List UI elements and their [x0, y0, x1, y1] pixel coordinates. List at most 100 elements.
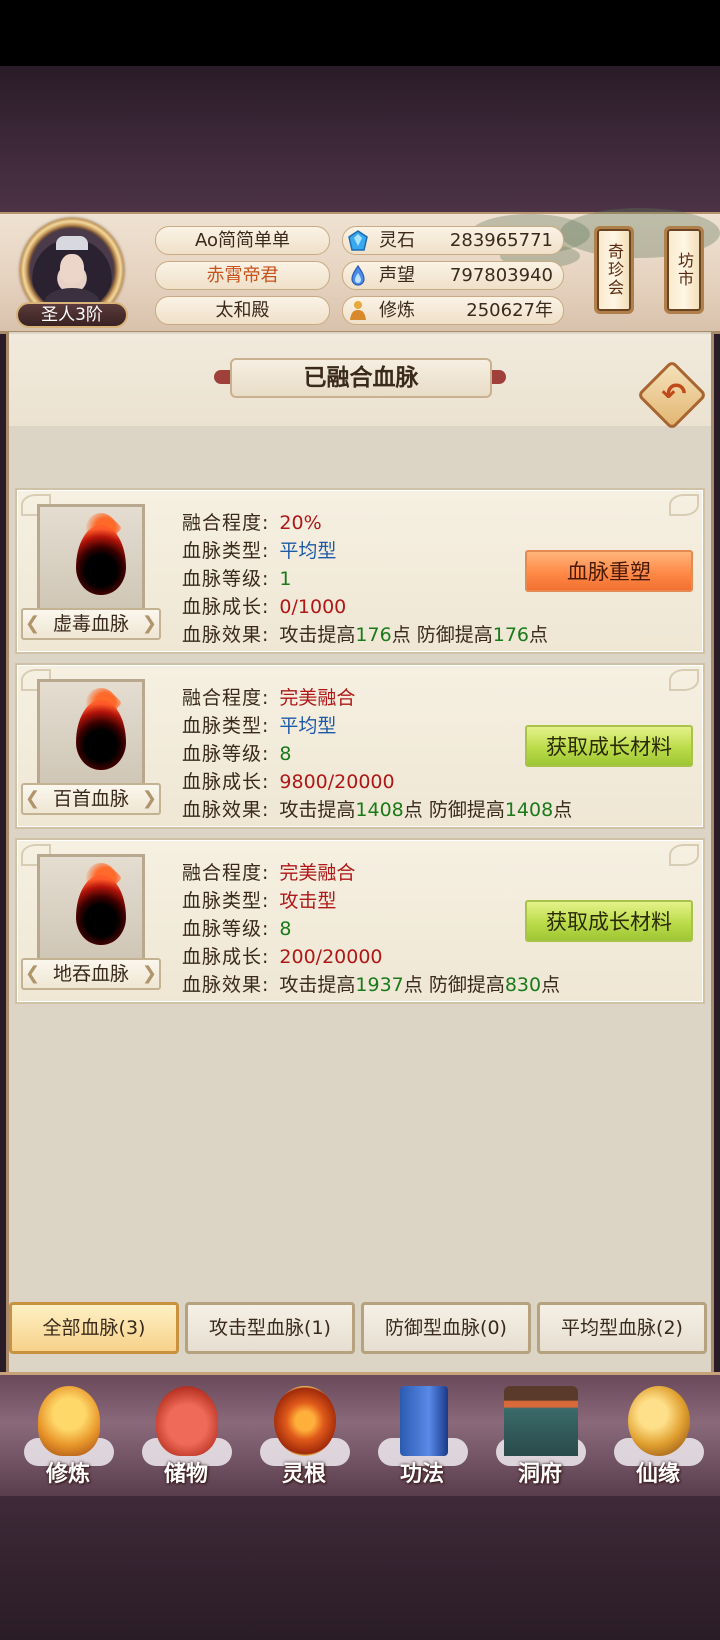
resource-reputation: 声望 797803940 — [342, 261, 564, 290]
nav-cave-mansion[interactable]: 洞府 — [488, 1378, 592, 1490]
effect-defense-value: 176 — [492, 624, 529, 646]
stat-label: 血脉类型: — [182, 715, 270, 737]
stat-growth: 血脉成长: 0/1000 — [182, 592, 346, 619]
resource-cultivation: 修炼 250627年 — [342, 296, 564, 325]
left-bracket-ornament: ❮ — [25, 963, 41, 984]
stat-value: 8 — [279, 918, 292, 940]
effect-attack-prefix: 攻击提高 — [279, 624, 356, 646]
corner-ornament — [669, 494, 699, 516]
bloodline-name-plate: ❮ 百首血脉 ❯ — [21, 783, 161, 815]
stat-label: 融合程度: — [182, 512, 270, 534]
blood-drop-icon — [76, 875, 126, 945]
get-growth-materials-button[interactable]: 获取成长材料 — [525, 900, 693, 942]
stat-label: 血脉类型: — [182, 890, 270, 912]
rank-badge: 圣人3阶 — [16, 302, 128, 328]
stat-value: 平均型 — [279, 540, 337, 562]
bloodline-card: ❮ 虚毒血脉 ❯ 融合程度: 20% 血脉类型: 平均型 血脉等级: 1 血脉成长: 0… — [15, 488, 705, 654]
tab-defense-bloodlines[interactable]: 防御型血脉(0) — [361, 1302, 531, 1354]
top-backdrop — [0, 66, 720, 214]
nav-immortal-fate[interactable]: 仙缘 — [606, 1378, 710, 1490]
bloodline-name-plate: ❮ 虚毒血脉 ❯ — [21, 608, 161, 640]
stat-value: 0/1000 — [279, 596, 347, 618]
stat-growth: 血脉成长: 9800/20000 — [182, 767, 395, 794]
resource-label: 灵石 — [379, 230, 415, 251]
stat-effect: 血脉效果: 攻击提高1937点 防御提高830点 — [182, 970, 560, 997]
effect-attack-value: 1937 — [355, 974, 404, 996]
left-bracket-ornament: ❮ — [25, 613, 41, 634]
reshape-bloodline-button[interactable]: 血脉重塑 — [525, 550, 693, 592]
stat-value: 200/20000 — [279, 946, 383, 968]
stat-fusion: 融合程度: 完美融合 — [182, 858, 355, 885]
tab-balanced-bloodlines[interactable]: 平均型血脉(2) — [537, 1302, 707, 1354]
nav-storage[interactable]: 储物 — [134, 1378, 238, 1490]
effect-defense-value: 1408 — [504, 799, 554, 821]
stat-value: 1 — [279, 568, 292, 590]
stat-value: 完美融合 — [279, 687, 356, 709]
market-button[interactable]: 坊市 — [664, 226, 704, 314]
stat-label: 血脉效果: — [182, 624, 270, 646]
stat-label: 血脉成长: — [182, 946, 270, 968]
effect-defense-prefix: 点 防御提高 — [391, 624, 493, 646]
effect-attack-prefix: 攻击提高 — [279, 974, 356, 996]
resource-value: 797803940 — [449, 265, 553, 286]
treasure-auction-button[interactable]: 奇珍会 — [594, 226, 634, 314]
effect-defense-value: 830 — [504, 974, 542, 996]
right-bracket-ornament: ❯ — [141, 613, 157, 634]
stat-value: 8 — [279, 743, 292, 765]
stat-label: 血脉等级: — [182, 568, 270, 590]
avatar-portrait — [30, 228, 114, 312]
right-bracket-ornament: ❯ — [141, 963, 157, 984]
stat-label: 血脉等级: — [182, 743, 270, 765]
stat-label: 融合程度: — [182, 687, 270, 709]
cultivation-icon — [350, 301, 366, 320]
stat-value: 20% — [279, 512, 322, 534]
stat-value: 平均型 — [279, 715, 337, 737]
nav-spirit-root[interactable]: 灵根 — [252, 1378, 356, 1490]
stat-label: 血脉效果: — [182, 974, 270, 996]
effect-defense-prefix: 点 防御提高 — [403, 974, 505, 996]
effect-suffix: 点 — [541, 974, 561, 996]
get-growth-materials-button[interactable]: 获取成长材料 — [525, 725, 693, 767]
right-bracket-ornament: ❯ — [141, 788, 157, 809]
bloodline-icon-frame[interactable] — [37, 504, 145, 612]
tab-attack-bloodlines[interactable]: 攻击型血脉(1) — [185, 1302, 355, 1354]
nav-technique[interactable]: 功法 — [370, 1378, 474, 1490]
tab-all-bloodlines[interactable]: 全部血脉(3) — [9, 1302, 179, 1354]
nav-label: 仙缘 — [635, 1462, 680, 1487]
bloodline-icon-frame[interactable] — [37, 854, 145, 962]
stat-effect: 血脉效果: 攻击提高1408点 防御提高1408点 — [182, 795, 572, 822]
effect-attack-value: 176 — [355, 624, 392, 646]
resource-value: 250627年 — [466, 300, 553, 321]
blood-drop-icon — [76, 700, 126, 770]
stat-level: 血脉等级: 8 — [182, 914, 292, 941]
stat-value: 完美融合 — [279, 862, 356, 884]
nav-label: 洞府 — [517, 1462, 562, 1487]
effect-attack-value: 1408 — [355, 799, 404, 821]
stat-type: 血脉类型: 攻击型 — [182, 886, 336, 913]
stat-effect: 血脉效果: 攻击提高176点 防御提高176点 — [182, 620, 548, 647]
bloodline-icon-frame[interactable] — [37, 679, 145, 787]
resource-label: 修炼 — [379, 300, 415, 321]
stat-label: 血脉成长: — [182, 771, 270, 793]
stat-value: 攻击型 — [279, 890, 337, 912]
spirit-root-icon — [274, 1386, 336, 1456]
left-bracket-ornament: ❮ — [25, 788, 41, 809]
effect-suffix: 点 — [529, 624, 549, 646]
stat-label: 血脉等级: — [182, 918, 270, 940]
stat-growth: 血脉成长: 200/20000 — [182, 942, 383, 969]
resource-value: 283965771 — [449, 230, 553, 251]
player-title: 赤霄帝君 — [155, 261, 330, 290]
nav-cultivation[interactable]: 修炼 — [16, 1378, 120, 1490]
corner-ornament — [669, 844, 699, 866]
player-name: Ao简简单单 — [155, 226, 330, 255]
blood-drop-icon — [76, 525, 126, 595]
player-sect: 太和殿 — [155, 296, 330, 325]
stat-level: 血脉等级: 1 — [182, 564, 292, 591]
meditating-monk-icon — [38, 1386, 100, 1456]
stat-fusion: 融合程度: 完美融合 — [182, 683, 355, 710]
stat-type: 血脉类型: 平均型 — [182, 536, 336, 563]
effect-suffix: 点 — [553, 799, 573, 821]
nav-label: 修炼 — [45, 1462, 90, 1487]
immortal-fate-icon — [628, 1386, 690, 1456]
resource-spirit-stone: 灵石 283965771 — [342, 226, 564, 255]
